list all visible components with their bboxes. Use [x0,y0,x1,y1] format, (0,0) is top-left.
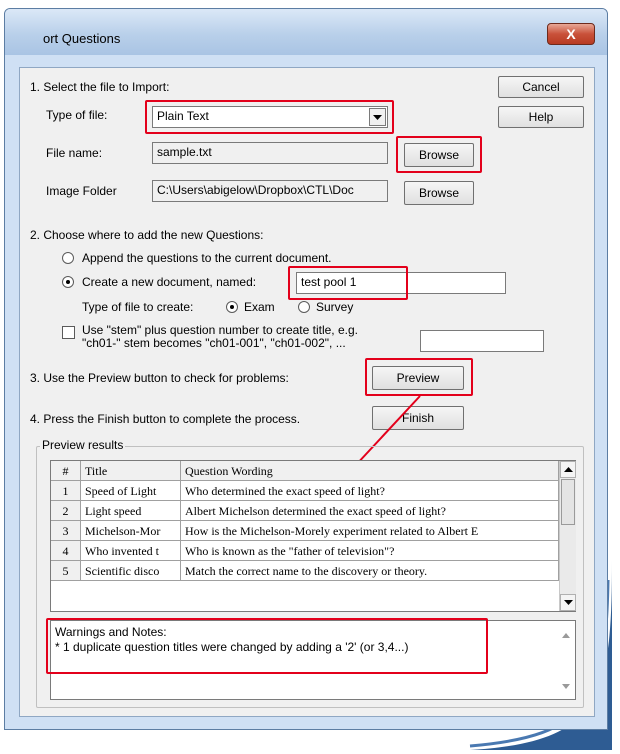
file-name-field[interactable]: sample.txt [152,142,388,164]
scroll-down-button[interactable] [560,594,576,611]
image-folder-field[interactable]: C:\Users\abigelow\Dropbox\CTL\Doc [152,180,388,202]
preview-button[interactable]: Preview [372,366,464,390]
triangle-down-icon [563,600,573,605]
dialog-client-area: 1. Select the file to Import: Type of fi… [19,67,595,717]
row-number: 5 [51,561,81,581]
preview-results-label: Preview results [40,438,126,452]
append-label: Append the questions to the current docu… [82,251,332,265]
use-stem-label-line1: Use "stem" plus question number to creat… [82,323,358,337]
row-number: 2 [51,501,81,521]
use-stem-checkbox[interactable] [62,326,75,339]
step4-label: 4. Press the Finish button to complete t… [30,412,301,426]
table-scrollbar[interactable] [559,461,576,611]
cancel-button[interactable]: Cancel [498,76,584,98]
type-of-file-value: Plain Text [157,109,209,123]
notes-heading: Warnings and Notes: [55,625,167,639]
type-to-create-label: Type of file to create: [82,300,194,314]
type-of-file-select[interactable]: Plain Text [152,106,388,128]
preview-table[interactable]: # Title Question Wording 1 Speed of Ligh… [50,460,576,612]
row-question-wording[interactable]: How is the Michelson-Morely experiment r… [181,521,559,541]
triangle-up-icon[interactable] [562,627,570,642]
stem-input[interactable] [420,330,544,352]
close-button[interactable]: X [547,23,595,45]
row-title[interactable]: Speed of Light [81,481,181,501]
close-icon: X [566,26,576,42]
append-radio[interactable] [62,252,74,264]
survey-radio[interactable] [298,301,310,313]
notes-line: * 1 duplicate question titles were chang… [55,640,409,654]
row-number: 4 [51,541,81,561]
import-questions-dialog: ort Questions X 1. Select the file to Im… [4,8,608,730]
image-folder-label: Image Folder [46,184,117,198]
row-question-wording[interactable]: Who determined the exact speed of light? [181,481,559,501]
warnings-notes-box[interactable]: Warnings and Notes: * 1 duplicate questi… [50,620,576,700]
exam-radio[interactable] [226,301,238,313]
notes-scrollbar[interactable] [558,621,575,699]
chevron-down-icon[interactable] [369,108,386,126]
step2-label: 2. Choose where to add the new Questions… [30,228,264,242]
help-button[interactable]: Help [498,106,584,128]
create-new-radio[interactable] [62,276,74,288]
column-header-number[interactable]: # [51,461,81,481]
row-question-wording[interactable]: Match the correct name to the discovery … [181,561,559,581]
row-number: 1 [51,481,81,501]
row-title[interactable]: Scientific disco [81,561,181,581]
scroll-thumb[interactable] [561,479,575,525]
create-new-label: Create a new document, named: [82,275,257,289]
use-stem-label-line2: "ch01-" stem becomes "ch01-001", "ch01-0… [82,336,346,350]
row-question-wording[interactable]: Albert Michelson determined the exact sp… [181,501,559,521]
survey-label: Survey [316,300,354,314]
title-bar[interactable]: ort Questions X [5,9,607,55]
row-question-wording[interactable]: Who is known as the "father of televisio… [181,541,559,561]
browse-file-button[interactable]: Browse [404,143,474,167]
triangle-down-icon[interactable] [562,678,570,693]
browse-image-folder-button[interactable]: Browse [404,181,474,205]
dialog-title: ort Questions [43,31,121,46]
column-header-title[interactable]: Title [81,461,181,481]
step3-label: 3. Use the Preview button to check for p… [30,371,289,385]
row-title[interactable]: Michelson-Mor [81,521,181,541]
step1-label: 1. Select the file to Import: [30,80,170,94]
type-of-file-label: Type of file: [46,108,108,122]
column-header-question-wording[interactable]: Question Wording [181,461,559,481]
exam-label: Exam [244,300,275,314]
new-document-name-input[interactable]: test pool 1 [296,272,506,294]
file-name-label: File name: [46,146,103,160]
row-title[interactable]: Who invented t [81,541,181,561]
row-number: 3 [51,521,81,541]
scroll-up-button[interactable] [560,461,576,478]
triangle-up-icon [563,467,573,472]
row-title[interactable]: Light speed [81,501,181,521]
